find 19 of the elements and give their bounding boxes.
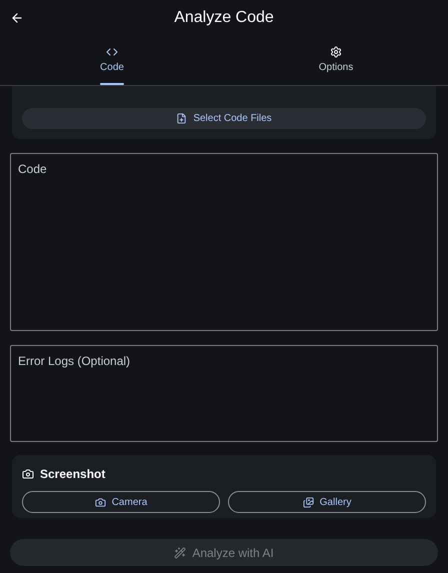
images-icon xyxy=(302,496,314,508)
file-icon xyxy=(176,113,188,124)
text-field[interactable]: Code xyxy=(10,153,438,331)
select-files-button[interactable]: Select Code Files xyxy=(22,108,426,129)
camera-icon xyxy=(22,468,34,480)
analyze-button: Analyze with AI xyxy=(10,539,438,566)
page-title: Analyze Code xyxy=(174,8,274,28)
back-button[interactable] xyxy=(10,11,24,25)
text-field[interactable]: Error Logs (Optional) xyxy=(10,345,438,442)
source-button[interactable]: Gallery xyxy=(228,491,426,513)
section-title: Screenshot xyxy=(40,466,106,483)
tab[interactable]: Code xyxy=(0,36,224,85)
magic-wand-icon xyxy=(174,546,186,558)
settings-icon xyxy=(330,46,342,58)
source-button[interactable]: Camera xyxy=(22,491,220,513)
camera-icon xyxy=(94,496,106,508)
tab[interactable]: Options xyxy=(224,36,448,85)
code-icon xyxy=(106,46,118,58)
tab-indicator xyxy=(100,83,124,85)
